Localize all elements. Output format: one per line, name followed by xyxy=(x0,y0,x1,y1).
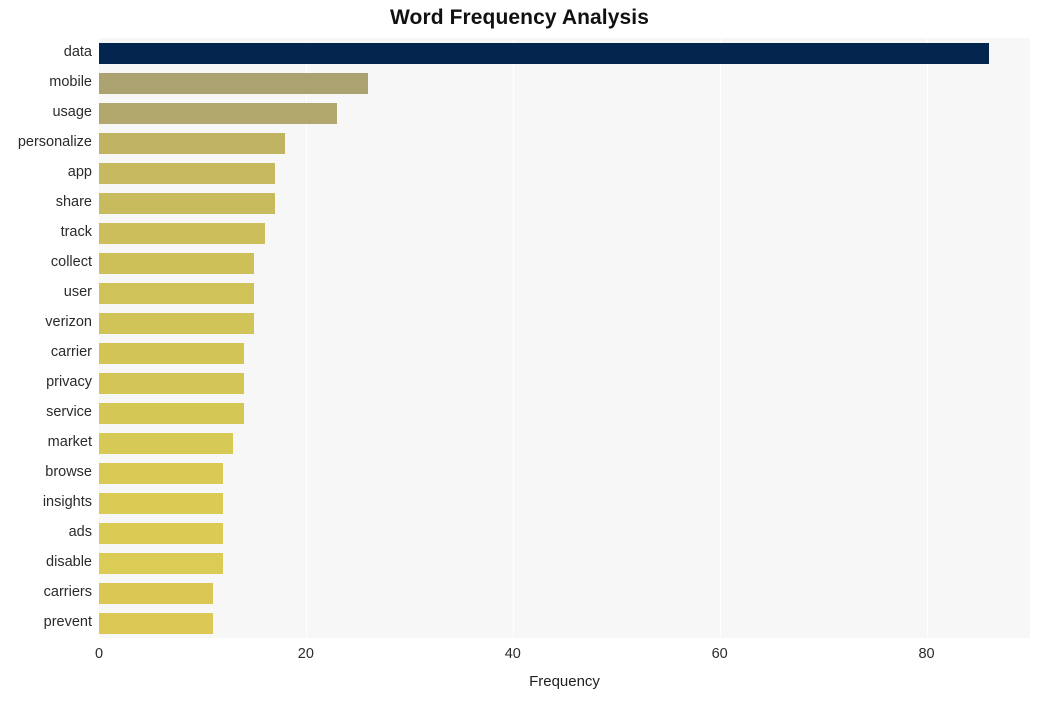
bar-row[interactable] xyxy=(99,372,1030,394)
bar-row[interactable] xyxy=(99,162,1030,184)
bar-row[interactable] xyxy=(99,132,1030,154)
bar-app[interactable] xyxy=(99,162,275,184)
bar-row[interactable] xyxy=(99,552,1030,574)
bar-row[interactable] xyxy=(99,462,1030,484)
bar-service[interactable] xyxy=(99,402,244,424)
y-tick-label: user xyxy=(63,284,92,300)
chart-title: Word Frequency Analysis xyxy=(389,6,650,29)
x-tick-label: 20 xyxy=(297,646,314,662)
bar-row[interactable] xyxy=(99,492,1030,514)
bar-collect[interactable] xyxy=(99,252,255,274)
bar-privacy[interactable] xyxy=(99,372,244,394)
y-tick-label: share xyxy=(55,194,92,210)
y-tick-label: carrier xyxy=(50,344,92,360)
bar-carrier[interactable] xyxy=(99,342,244,364)
y-tick-label: market xyxy=(47,434,92,450)
bar-row[interactable] xyxy=(99,252,1030,274)
y-tick-label: ads xyxy=(68,524,92,540)
bar-carriers[interactable] xyxy=(99,582,213,604)
x-axis-ticks: 0 20 40 60 80 xyxy=(0,646,1039,668)
bar-row[interactable] xyxy=(99,282,1030,304)
y-tick-label: verizon xyxy=(45,314,92,330)
y-tick-label: prevent xyxy=(43,614,92,630)
bar-row[interactable] xyxy=(99,312,1030,334)
bar-row[interactable] xyxy=(99,42,1030,64)
bar-row[interactable] xyxy=(99,612,1030,634)
bar-row[interactable] xyxy=(99,402,1030,424)
bar-ads[interactable] xyxy=(99,522,224,544)
y-tick-label: browse xyxy=(45,464,92,480)
bar-row[interactable] xyxy=(99,522,1030,544)
bar-personalize[interactable] xyxy=(99,132,286,154)
bar-share[interactable] xyxy=(99,192,275,214)
bar-prevent[interactable] xyxy=(99,612,213,634)
bar-row[interactable] xyxy=(99,192,1030,214)
bar-row[interactable] xyxy=(99,582,1030,604)
y-tick-label: personalize xyxy=(17,134,92,150)
y-tick-label: data xyxy=(63,44,92,60)
y-tick-label: collect xyxy=(50,254,92,270)
y-tick-label: app xyxy=(67,164,92,180)
y-tick-label: service xyxy=(46,404,92,420)
bar-row[interactable] xyxy=(99,72,1030,94)
plot-area xyxy=(99,38,1030,638)
bar-verizon[interactable] xyxy=(99,312,255,334)
bar-row[interactable] xyxy=(99,342,1030,364)
bar-track[interactable] xyxy=(99,222,265,244)
bar-browse[interactable] xyxy=(99,462,224,484)
bar-row[interactable] xyxy=(99,222,1030,244)
x-axis-title: Frequency xyxy=(529,673,600,690)
bars-layer xyxy=(99,38,1030,638)
y-tick-label: mobile xyxy=(49,74,92,90)
word-frequency-chart: Word Frequency Analysis data mobile usage p… xyxy=(0,0,1039,701)
y-tick-label: track xyxy=(60,224,92,240)
bar-row[interactable] xyxy=(99,432,1030,454)
bar-mobile[interactable] xyxy=(99,72,368,94)
y-tick-label: disable xyxy=(46,554,92,570)
y-tick-label: insights xyxy=(42,494,92,510)
y-tick-label: carriers xyxy=(43,584,92,600)
bar-insights[interactable] xyxy=(99,492,224,514)
y-tick-label: privacy xyxy=(46,374,92,390)
y-tick-label: usage xyxy=(52,104,92,120)
x-tick-label: 60 xyxy=(711,646,728,662)
x-tick-label: 0 xyxy=(94,646,104,662)
bar-user[interactable] xyxy=(99,282,255,304)
x-tick-label: 80 xyxy=(918,646,935,662)
bar-row[interactable] xyxy=(99,102,1030,124)
bar-data[interactable] xyxy=(99,42,989,64)
y-axis-labels: data mobile usage personalize app share track c… xyxy=(0,38,92,638)
bar-usage[interactable] xyxy=(99,102,337,124)
bar-market[interactable] xyxy=(99,432,234,454)
x-tick-label: 40 xyxy=(504,646,521,662)
bar-disable[interactable] xyxy=(99,552,224,574)
